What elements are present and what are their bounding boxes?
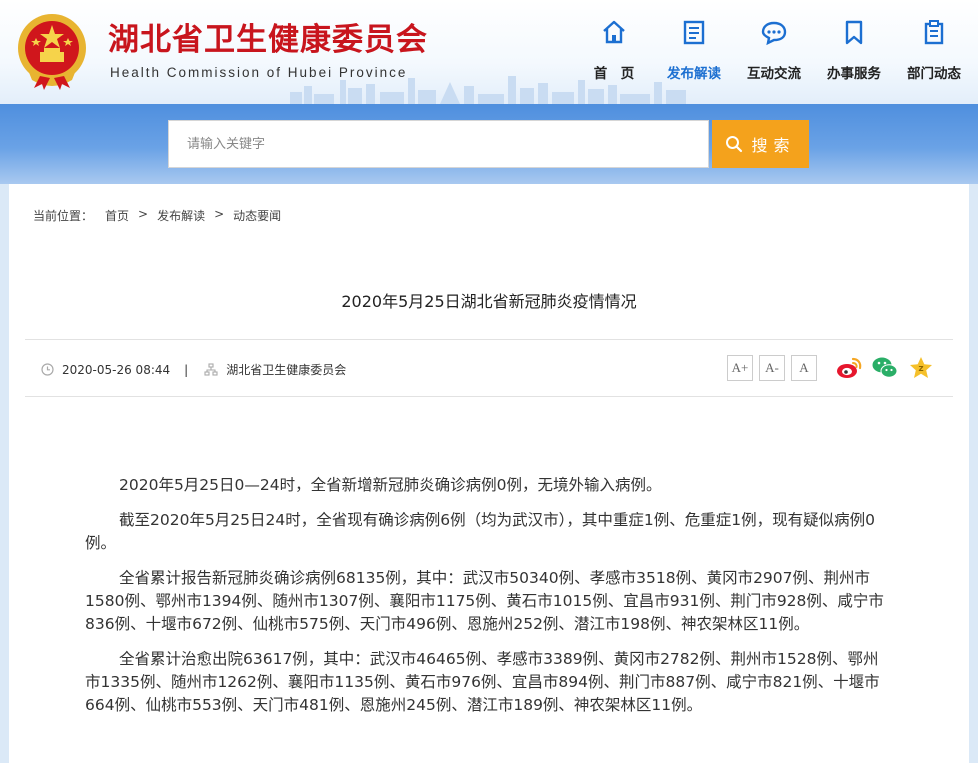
article-title: 2020年5月25日湖北省新冠肺炎疫情情况: [341, 292, 637, 311]
divider: [25, 339, 953, 340]
nav-item-publish[interactable]: 发布解读: [654, 18, 734, 82]
article-date: 2020-05-26 08:44: [62, 362, 171, 377]
national-emblem-logo: [18, 14, 86, 90]
article-body: 2020年5月25日0—24时，全省新增新冠肺炎确诊病例0例，无境外输入病例。 …: [85, 474, 891, 729]
site-title: 湖北省卫生健康委员会: [108, 22, 428, 58]
nav-item-services[interactable]: 办事服务: [814, 18, 894, 82]
paragraph: 截至2020年5月25日24时，全省现有确诊病例6例（均为武汉市），其中重症1例…: [85, 511, 875, 552]
font-decrease-label: A-: [765, 360, 779, 375]
font-decrease-button[interactable]: A-: [759, 355, 785, 381]
nav-item-interaction[interactable]: 互动交流: [734, 18, 814, 82]
nav-label-home: 首 页: [593, 66, 635, 82]
font-default-label: A: [799, 360, 809, 375]
clipboard-icon: [924, 20, 944, 45]
svg-text:Z: Z: [918, 365, 923, 373]
nav-item-department[interactable]: 部门动态: [894, 18, 974, 82]
article-meta: 2020-05-26 08:44 | 湖北省卫生健康委员会: [41, 361, 346, 378]
search-icon: [726, 136, 743, 153]
search-button[interactable]: 搜索: [712, 120, 809, 168]
main-nav: 首 页 发布解读 互动交流 办事服务 部门动态: [574, 18, 974, 82]
breadcrumb-home[interactable]: 首页: [105, 207, 129, 224]
meta-separator: |: [184, 362, 189, 377]
breadcrumb-news[interactable]: 动态要闻: [233, 207, 281, 224]
chat-icon: [761, 21, 787, 46]
paragraph: 全省累计报告新冠肺炎确诊病例68135例，其中：武汉市50340例、孝感市351…: [85, 569, 884, 633]
font-increase-label: A+: [731, 360, 749, 375]
document-icon: [683, 20, 705, 45]
article-source: 湖北省卫生健康委员会: [226, 363, 347, 377]
content-panel: 当前位置： 首页 > 发布解读 > 动态要闻 2020年5月25日湖北省新冠肺炎…: [9, 184, 969, 763]
divider: [25, 396, 953, 397]
font-increase-button[interactable]: A+: [727, 355, 753, 381]
breadcrumb: 当前位置： 首页 > 发布解读 > 动态要闻: [33, 207, 281, 224]
search-button-label: 搜索: [751, 136, 796, 155]
clock-icon: [41, 363, 54, 376]
breadcrumb-separator: >: [214, 207, 225, 221]
bookmark-icon: [845, 20, 863, 45]
site-subtitle: Health Commission of Hubei Province: [110, 65, 408, 80]
nav-label-department: 部门动态: [907, 66, 961, 82]
search-input[interactable]: [168, 120, 709, 168]
font-default-button[interactable]: A: [791, 355, 817, 381]
weibo-icon[interactable]: [835, 354, 863, 382]
paragraph: 全省累计治愈出院63617例，其中：武汉市46465例、孝感市3389例、黄冈市…: [85, 650, 880, 714]
nav-label-services: 办事服务: [827, 66, 881, 82]
nav-item-home[interactable]: 首 页: [574, 18, 654, 82]
paragraph: 2020年5月25日0—24时，全省新增新冠肺炎确诊病例0例，无境外输入病例。: [119, 476, 662, 494]
breadcrumb-separator: >: [138, 207, 149, 221]
search-band: 搜索: [0, 104, 978, 184]
wechat-icon[interactable]: [871, 354, 899, 382]
organization-icon: [204, 363, 218, 376]
nav-label-publish: 发布解读: [667, 66, 721, 82]
nav-label-interaction: 互动交流: [747, 66, 801, 82]
star-icon[interactable]: Z: [907, 354, 935, 382]
home-icon: [603, 20, 625, 44]
breadcrumb-publish[interactable]: 发布解读: [157, 207, 205, 224]
breadcrumb-prefix: 当前位置：: [33, 209, 94, 223]
site-header: 湖北省卫生健康委员会 Health Commission of Hubei Pr…: [0, 0, 978, 104]
